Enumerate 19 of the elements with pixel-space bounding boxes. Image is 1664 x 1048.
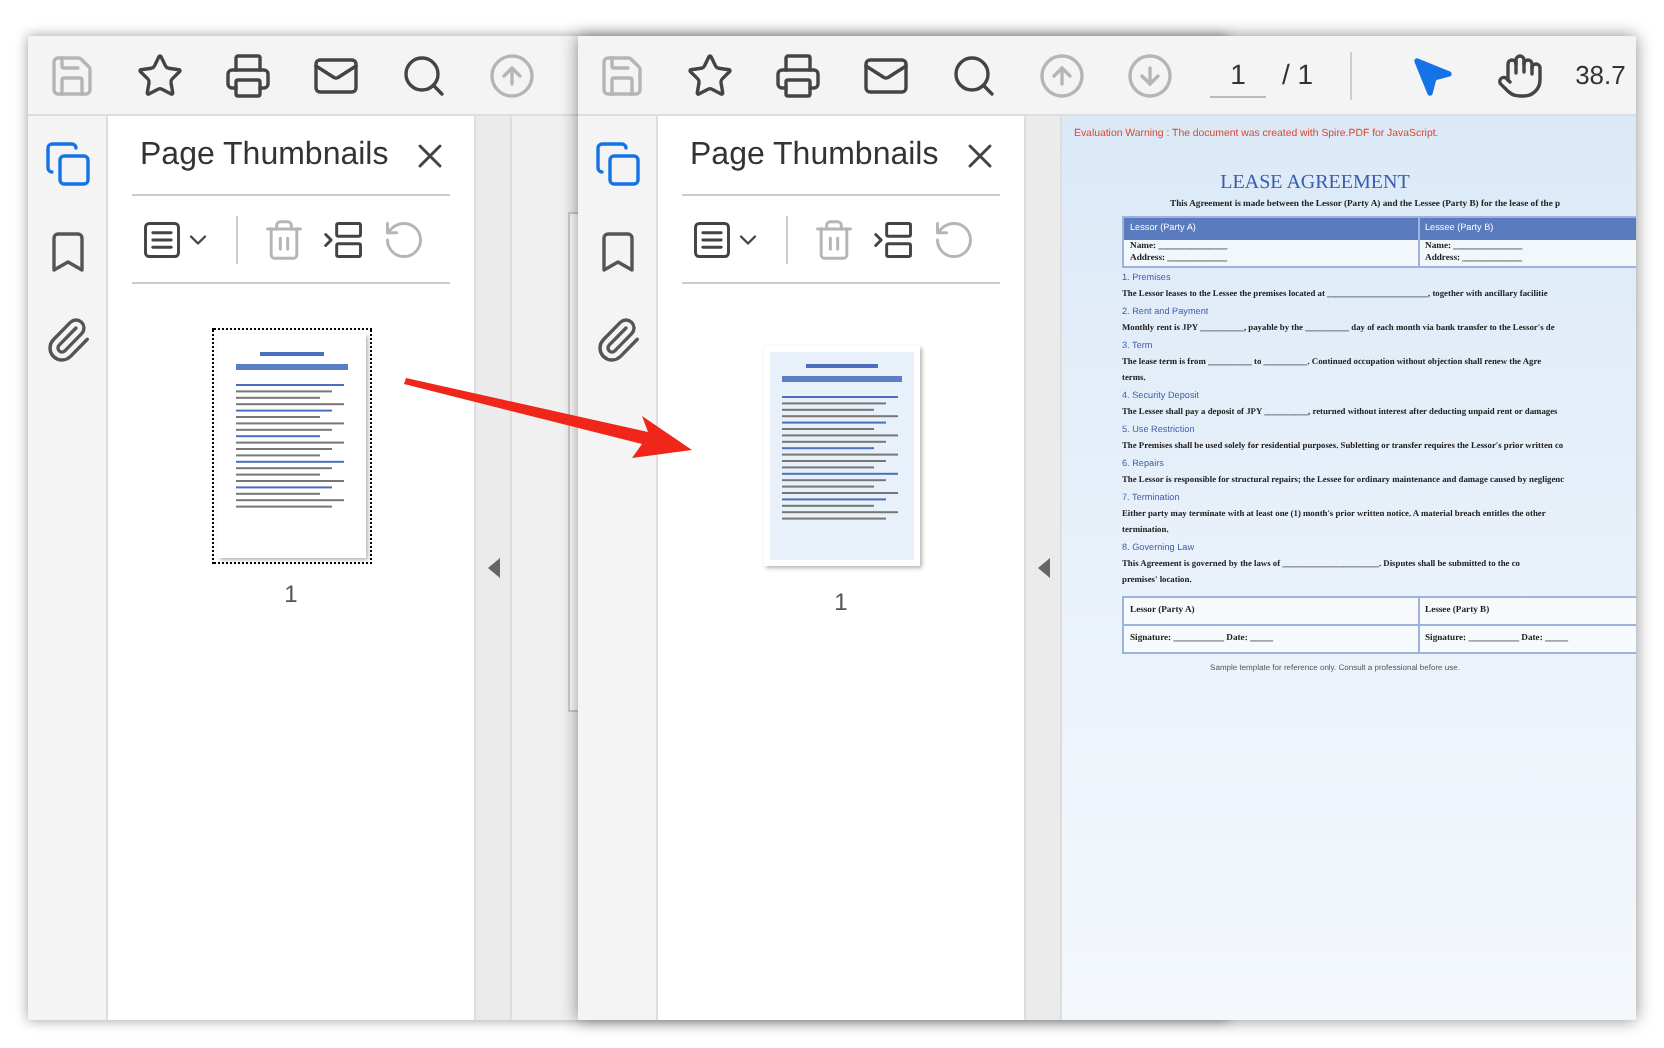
options-menu-button[interactable]: [140, 217, 212, 261]
insert-page-icon[interactable]: [872, 217, 916, 261]
insert-page-icon[interactable]: [322, 217, 366, 261]
panel-title: Page Thumbnails: [138, 135, 389, 175]
page-number-field[interactable]: 1: [1210, 53, 1266, 97]
zoom-field[interactable]: 38.7: [1575, 55, 1626, 95]
collapse-arrow-icon[interactable]: [1037, 558, 1049, 578]
options-menu-button[interactable]: [690, 217, 762, 261]
page-count: / 1: [1282, 56, 1314, 94]
page-thumbnail[interactable]: [211, 328, 371, 564]
paperclip-icon[interactable]: [593, 316, 641, 364]
pages-icon[interactable]: [593, 140, 641, 188]
pages-icon[interactable]: [43, 140, 91, 188]
page-label: 1: [834, 586, 848, 620]
collapse-arrow-icon[interactable]: [487, 558, 499, 578]
page-label: 1: [284, 578, 298, 612]
document-title: LEASE AGREEMENT: [1218, 169, 1412, 198]
paperclip-icon[interactable]: [43, 316, 91, 364]
panel-title: Page Thumbnails: [688, 135, 939, 175]
